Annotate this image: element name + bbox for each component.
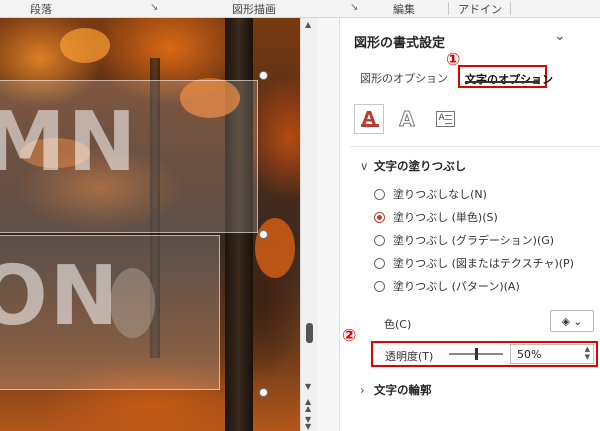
- color-picker-button[interactable]: ◈ ⌄: [550, 310, 594, 332]
- radio-button-selected[interactable]: [374, 211, 385, 223]
- fill-option-label: 塗りつぶし (図またはテクスチャ)(P): [393, 257, 574, 270]
- resize-handle[interactable]: [259, 71, 268, 80]
- fill-option-none[interactable]: 塗りつぶしなし(N): [374, 186, 487, 202]
- transparency-label: 透明度(T): [385, 350, 434, 363]
- text-fill-section-title: 文字の塗りつぶし: [374, 159, 467, 173]
- transparency-spinbox[interactable]: 50% ▲ ▼: [510, 344, 594, 364]
- foliage-image: [255, 218, 295, 278]
- pane-options-chevron-icon[interactable]: ⌄: [554, 28, 566, 44]
- chevron-right-icon: ›: [360, 383, 365, 397]
- pane-title: 図形の書式設定: [354, 36, 446, 51]
- ribbon-group-editing: 編集: [393, 3, 415, 16]
- fill-option-label: 塗りつぶし (グラデーション)(G): [393, 234, 555, 247]
- transparency-row: 透明度(T) 50% ▲ ▼: [371, 341, 598, 367]
- paint-bucket-icon: ◈: [561, 314, 571, 328]
- fill-option-label: 塗りつぶし (単色)(S): [393, 211, 498, 224]
- section-divider: [350, 146, 600, 147]
- chevron-down-icon: ∨: [360, 159, 369, 173]
- next-slide-icon[interactable]: ▼: [305, 422, 311, 431]
- ribbon-group-drawing: 図形描画: [232, 3, 276, 16]
- text-fill-section-header[interactable]: ∨ 文字の塗りつぶし: [360, 158, 466, 174]
- slide-canvas[interactable]: MN ON: [0, 18, 300, 431]
- textbox-icon[interactable]: A: [430, 104, 460, 134]
- radio-button[interactable]: [374, 188, 385, 200]
- text-effects-icon[interactable]: A: [392, 104, 422, 134]
- active-tab-underline: [465, 81, 539, 83]
- fill-option-pattern[interactable]: 塗りつぶし (パターン)(A): [374, 278, 520, 294]
- spin-arrows-icon[interactable]: ▲ ▼: [585, 345, 590, 361]
- foliage-image: [60, 28, 110, 63]
- paragraph-launcher-icon[interactable]: ↘: [150, 2, 158, 13]
- format-shape-pane: 図形の書式設定 ⌄ ① 図形のオプション 文字のオプション A A A ∨ 文字の…: [340, 18, 600, 431]
- ribbon-group-labels: 段落 ↘ 図形描画 ↘ 編集 アドイン: [0, 0, 600, 18]
- fill-option-solid[interactable]: 塗りつぶし (単色)(S): [374, 209, 498, 225]
- wordart-text-line1: MN: [0, 95, 139, 190]
- previous-slide-icon[interactable]: ▲: [305, 404, 311, 413]
- fill-option-gradient[interactable]: 塗りつぶし (グラデーション)(G): [374, 232, 554, 248]
- radio-button[interactable]: [374, 257, 385, 269]
- text-outline-section-header[interactable]: › 文字の輪郭: [360, 382, 432, 398]
- wordart-text-line2: ON: [0, 249, 121, 344]
- radio-button[interactable]: [374, 234, 385, 246]
- vertical-scrollbar[interactable]: ▲ ▼ ▲ ▲ ▼ ▼: [300, 18, 318, 431]
- ribbon-separator: [448, 2, 449, 15]
- tab-text-options-label: 文字のオプション: [465, 73, 553, 86]
- resize-handle[interactable]: [259, 230, 268, 239]
- scroll-down-arrow-icon[interactable]: ▼: [305, 382, 311, 391]
- fill-option-label: 塗りつぶしなし(N): [393, 188, 487, 201]
- color-label: 色(C): [384, 318, 412, 331]
- radio-button[interactable]: [374, 280, 385, 292]
- tab-text-options[interactable]: 文字のオプション: [458, 65, 553, 88]
- scrollbar-thumb[interactable]: [306, 323, 313, 343]
- chevron-down-icon: ⌄: [573, 314, 583, 328]
- fill-option-label: 塗りつぶし (パターン)(A): [393, 280, 520, 293]
- tab-shape-options[interactable]: 図形のオプション: [360, 70, 448, 86]
- text-outline-section-title: 文字の輪郭: [374, 383, 432, 397]
- drawing-launcher-icon[interactable]: ↘: [350, 2, 358, 13]
- ribbon-group-addins: アドイン: [458, 3, 502, 16]
- callout-marker-2: ②: [342, 326, 357, 346]
- ribbon-group-paragraph: 段落: [30, 3, 52, 16]
- resize-handle[interactable]: [259, 388, 268, 397]
- pane-divider: [318, 18, 340, 431]
- transparency-slider[interactable]: [449, 348, 503, 360]
- text-fill-outline-icon[interactable]: A: [354, 104, 384, 134]
- scroll-up-arrow-icon[interactable]: ▲: [305, 20, 311, 29]
- slider-thumb[interactable]: [475, 348, 478, 360]
- fill-option-picture[interactable]: 塗りつぶし (図またはテクスチャ)(P): [374, 255, 574, 271]
- ribbon-separator: [510, 2, 511, 15]
- transparency-value: 50%: [517, 348, 542, 361]
